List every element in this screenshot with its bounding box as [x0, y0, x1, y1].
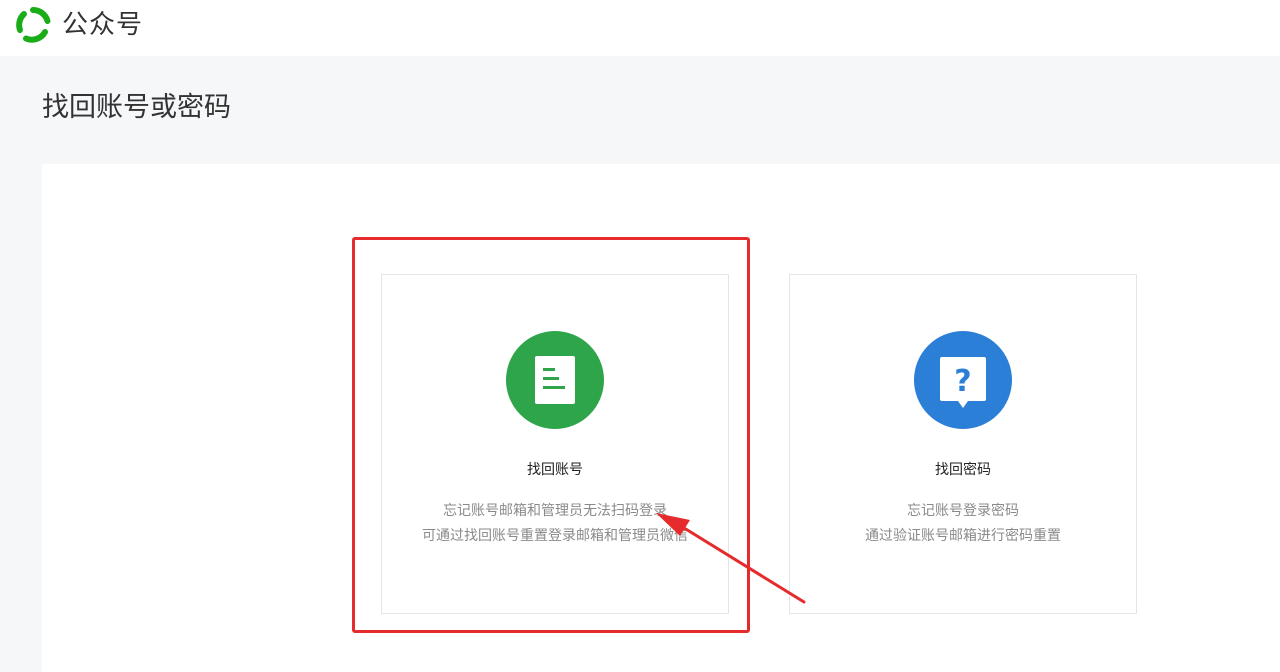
recover-password-card[interactable]: ? 找回密码 忘记账号登录密码 通过验证账号邮箱进行密码重置	[789, 274, 1137, 614]
recover-account-desc-1: 忘记账号邮箱和管理员无法扫码登录	[443, 503, 667, 519]
recover-password-desc-1: 忘记账号登录密码	[907, 503, 1019, 519]
wechat-logo-icon[interactable]	[14, 6, 52, 44]
document-icon	[506, 331, 604, 429]
recover-password-desc-2: 通过验证账号邮箱进行密码重置	[865, 528, 1061, 544]
svg-text:?: ?	[954, 364, 971, 399]
recover-account-card[interactable]: 找回账号 忘记账号邮箱和管理员无法扫码登录 可通过找回账号重置登录邮箱和管理员微…	[381, 274, 729, 614]
recover-account-title: 找回账号	[527, 462, 583, 478]
recover-account-desc-2: 可通过找回账号重置登录邮箱和管理员微信	[422, 528, 688, 544]
recover-password-title: 找回密码	[935, 462, 991, 478]
top-bar: 公众号	[0, 0, 1280, 56]
brand-name[interactable]: 公众号	[62, 9, 143, 41]
page-title: 找回账号或密码	[42, 92, 231, 123]
question-icon: ?	[914, 331, 1012, 429]
